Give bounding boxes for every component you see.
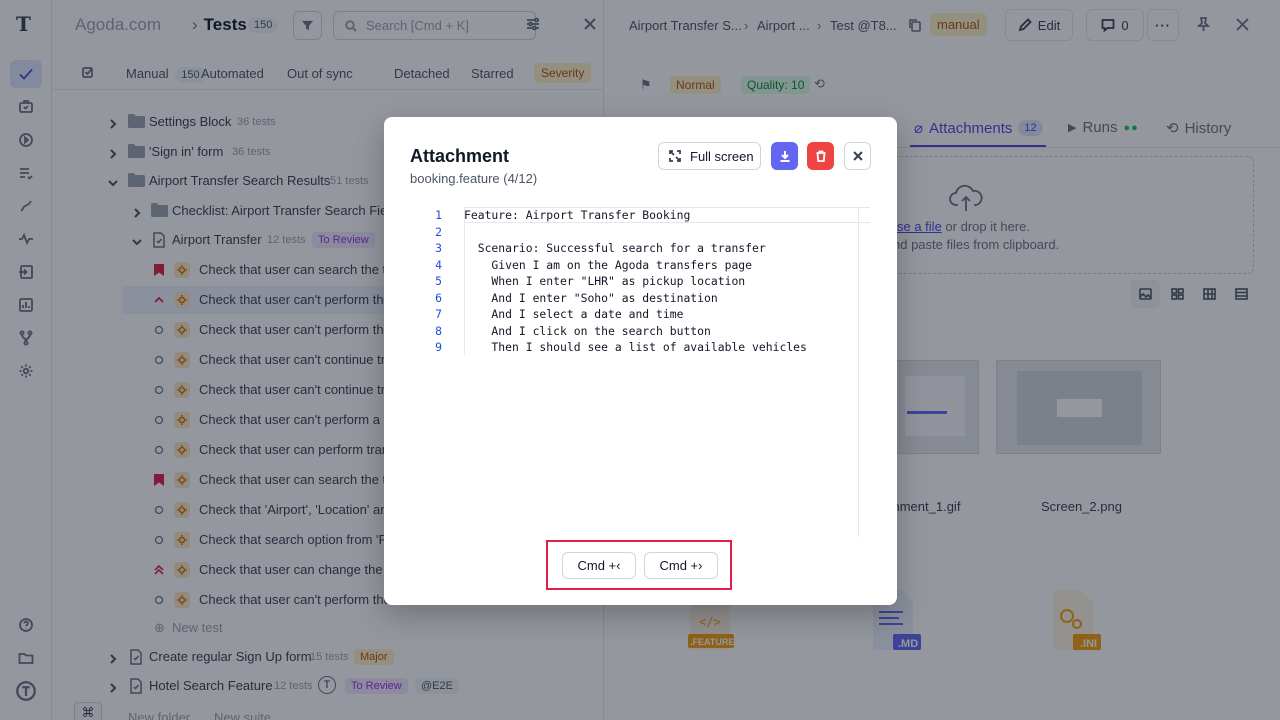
- line-text: Given I am on the Agoda transfers page: [464, 257, 753, 272]
- line-number: 6: [435, 290, 442, 305]
- line-text: And I enter "Soho" as destination: [464, 290, 718, 305]
- code-line: 5 When I enter "LHR" as pickup location: [424, 273, 854, 289]
- line-number: 1: [435, 208, 442, 222]
- download-icon: [780, 151, 789, 162]
- attachment-navigation: Cmd +‹ Cmd +›: [546, 540, 732, 590]
- trash-icon: [816, 150, 825, 162]
- line-text: Then I should see a list of available ve…: [464, 340, 807, 354]
- code-line: 7 And I select a date and time: [424, 306, 854, 322]
- line-number: 7: [435, 307, 442, 321]
- line-text: Feature: Airport Transfer Booking: [464, 208, 691, 222]
- code-line: 2: [424, 224, 854, 240]
- line-text: And I click on the search button: [464, 323, 711, 338]
- code-line: 9 Then I should see a list of available …: [424, 339, 854, 355]
- code-line: 6 And I enter "Soho" as destination: [424, 290, 854, 306]
- delete-button[interactable]: [807, 142, 834, 170]
- previous-attachment-button[interactable]: Cmd +‹: [562, 552, 636, 579]
- expand-icon: [669, 150, 681, 162]
- attachment-filename: booking.feature (4/12): [410, 171, 538, 186]
- line-text: And I select a date and time: [464, 307, 684, 321]
- line-number: 8: [435, 323, 442, 338]
- code-line: 1 Feature: Airport Transfer Booking: [424, 207, 854, 223]
- download-button[interactable]: [771, 142, 798, 170]
- line-number: 9: [435, 340, 442, 354]
- code-line: 3 Scenario: Successful search for a tran…: [424, 240, 854, 256]
- next-attachment-button[interactable]: Cmd +›: [644, 552, 718, 579]
- code-line: 8 And I click on the search button: [424, 323, 854, 339]
- fullscreen-label: Full screen: [690, 148, 754, 164]
- close-modal-button[interactable]: [844, 142, 871, 170]
- line-number: 2: [435, 224, 442, 239]
- close-icon: [852, 151, 863, 161]
- line-text: Scenario: Successful search for a transf…: [464, 241, 766, 255]
- line-number: 4: [435, 257, 442, 272]
- code-line: 4 Given I am on the Agoda transfers page: [424, 257, 854, 273]
- line-number: 3: [435, 241, 442, 255]
- line-text: When I enter "LHR" as pickup location: [464, 274, 746, 288]
- attachment-modal: Attachment booking.feature (4/12) Full s…: [384, 117, 897, 605]
- scrollbar-track[interactable]: [858, 207, 859, 537]
- line-number: 5: [435, 274, 442, 288]
- modal-title: Attachment: [410, 146, 510, 166]
- fullscreen-button[interactable]: Full screen: [658, 142, 761, 170]
- code-viewer[interactable]: 1 Feature: Airport Transfer Booking 2 3 S…: [424, 207, 870, 537]
